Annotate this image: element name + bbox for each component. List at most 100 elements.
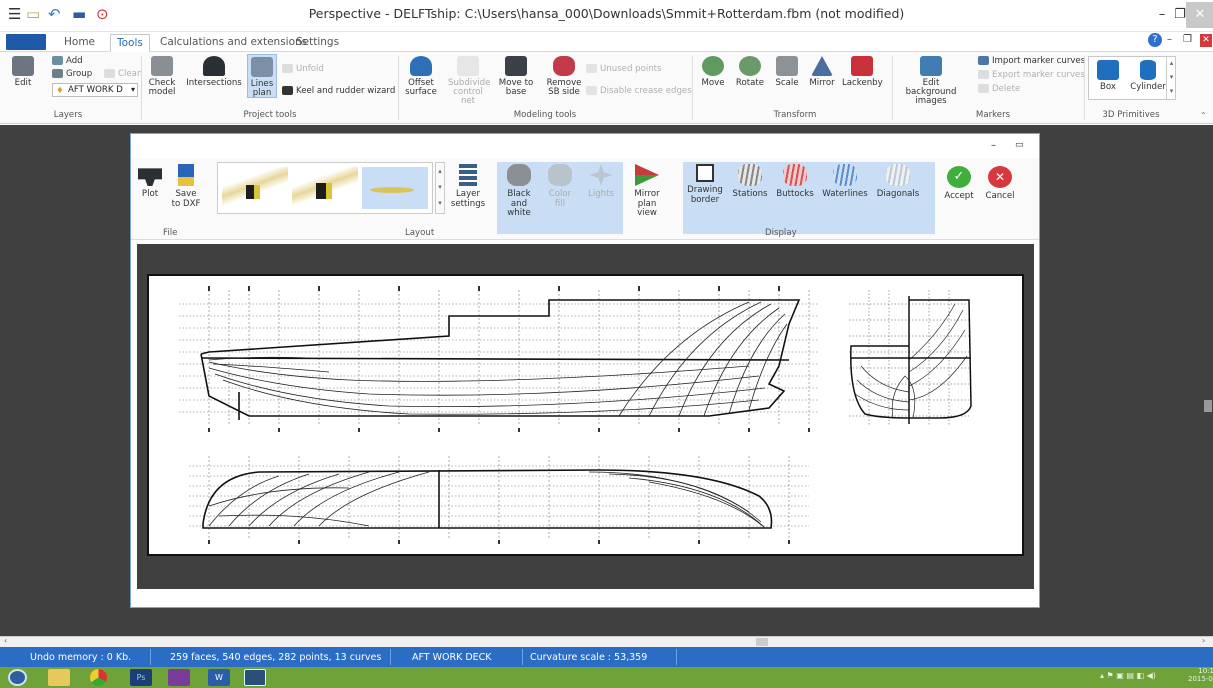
- export-markers-button[interactable]: Export marker curves: [978, 70, 1085, 81]
- status-geometry: 259 faces, 540 edges, 282 points, 13 cur…: [170, 652, 382, 663]
- scale-button[interactable]: Scale: [772, 56, 802, 88]
- body-plan-sections: [854, 303, 968, 419]
- layers-icon: [459, 164, 477, 186]
- ribbon-minimize-icon[interactable]: –: [1167, 34, 1172, 45]
- subdivide-button[interactable]: Subdivide control net: [448, 56, 490, 106]
- check-model-button[interactable]: Check model: [144, 56, 180, 97]
- ribbon-restore-icon[interactable]: ❐: [1183, 34, 1192, 45]
- edit-background-button[interactable]: Edit background images: [898, 56, 964, 106]
- chevron-down-icon: ▾: [130, 85, 135, 94]
- start-button[interactable]: [8, 669, 27, 686]
- disable-crease-button[interactable]: Disable crease edges: [586, 86, 692, 97]
- clean-button[interactable]: Clean: [104, 69, 142, 80]
- offset-surface-icon: [410, 56, 432, 76]
- stations-button[interactable]: Stations: [731, 164, 769, 200]
- document-close-icon[interactable]: ✕: [1200, 34, 1212, 47]
- dialog-minimize-icon[interactable]: –: [991, 140, 996, 151]
- delete-icon: [978, 84, 989, 93]
- black-white-button[interactable]: Black and white: [499, 164, 539, 219]
- accept-button[interactable]: ✓ Accept: [943, 166, 975, 202]
- group-label-layers: Layers: [53, 110, 83, 120]
- import-markers-button[interactable]: Import marker curves: [978, 56, 1085, 67]
- tab-settings[interactable]: Settings: [290, 34, 345, 52]
- layout-option-3[interactable]: [362, 167, 428, 209]
- layout-scroll[interactable]: ▴ ▾ ▾: [435, 162, 445, 214]
- move-to-base-button[interactable]: Move to base: [498, 56, 534, 97]
- lines-plan-button[interactable]: Lines plan: [247, 54, 277, 98]
- mirror-plan-button[interactable]: Mirror plan view: [627, 164, 667, 219]
- rotate-button[interactable]: Rotate: [732, 56, 768, 88]
- chrome-icon[interactable]: [90, 669, 107, 686]
- edit-icon: [12, 56, 34, 76]
- delete-markers-button[interactable]: Delete: [978, 84, 1020, 95]
- unused-points-button[interactable]: Unused points: [586, 64, 662, 75]
- move-to-base-icon: [505, 56, 527, 76]
- layout-option-2[interactable]: [292, 167, 358, 209]
- add-icon: [52, 56, 63, 65]
- add-layer-button[interactable]: Add: [52, 56, 83, 67]
- buttocks-button[interactable]: Buttocks: [773, 164, 817, 200]
- tray-icons[interactable]: ▴ ⚑ ▣ ▤ ◧ ◀): [1100, 671, 1156, 680]
- delftship-icon[interactable]: [244, 669, 266, 686]
- box-icon: [1097, 60, 1119, 80]
- remove-sb-icon: [553, 56, 575, 76]
- cancel-icon: ✕: [988, 166, 1012, 188]
- plot-button[interactable]: Plot: [137, 164, 163, 200]
- plan-view: [202, 469, 773, 529]
- move-button[interactable]: Move: [698, 56, 728, 88]
- unfold-button[interactable]: Unfold: [282, 64, 324, 75]
- box-button[interactable]: Box: [1092, 60, 1124, 92]
- dialog-ribbon: Plot Save to DXF ▴ ▾ ▾ Layer settings Blac…: [131, 158, 1039, 240]
- group-label-3d-primitives: 3D Primitives: [1102, 110, 1160, 120]
- color-fill-button[interactable]: Color fill: [543, 164, 577, 209]
- explorer-icon[interactable]: [48, 669, 70, 686]
- diagonals-button[interactable]: Diagonals: [873, 164, 923, 200]
- keel-icon: [282, 86, 293, 95]
- offset-surface-button[interactable]: Offset surface: [404, 56, 438, 97]
- layer-select[interactable]: ♦ AFT WORK D ▾: [52, 83, 138, 97]
- clean-icon: [104, 69, 115, 78]
- horizontal-scrollbar[interactable]: ‹ ›: [0, 636, 1213, 647]
- onenote-icon[interactable]: [168, 669, 190, 686]
- file-tab[interactable]: [6, 34, 46, 50]
- cancel-button[interactable]: ✕ Cancel: [983, 166, 1017, 202]
- scroll-thumb[interactable]: [756, 638, 768, 646]
- lackenby-button[interactable]: Lackenby: [842, 56, 883, 88]
- group-label-project-tools: Project tools: [243, 110, 297, 120]
- export-icon: [978, 70, 989, 79]
- lights-button[interactable]: Lights: [585, 164, 617, 200]
- layer-settings-button[interactable]: Layer settings: [449, 164, 487, 209]
- tab-home[interactable]: Home: [58, 34, 101, 52]
- mirror-button[interactable]: Mirror: [806, 56, 838, 88]
- unused-points-icon: [586, 64, 597, 73]
- scroll-right-icon[interactable]: ›: [1202, 636, 1205, 645]
- group-label-modeling-tools: Modeling tools: [513, 110, 577, 120]
- cylinder-button[interactable]: Cylinder: [1128, 60, 1168, 92]
- plotter-icon: [138, 168, 162, 186]
- buttocks-icon: [783, 164, 807, 186]
- waterlines-button[interactable]: Waterlines: [821, 164, 869, 200]
- ribbon-collapse-icon[interactable]: ⌃: [1200, 111, 1207, 120]
- intersections-button[interactable]: Intersections: [186, 56, 242, 88]
- photoshop-icon[interactable]: Ps: [130, 669, 152, 686]
- close-button[interactable]: ✕: [1186, 2, 1213, 28]
- help-icon[interactable]: ?: [1148, 33, 1162, 47]
- word-icon[interactable]: W: [208, 669, 230, 686]
- clock[interactable]: 10:152015-03-27: [1188, 667, 1213, 683]
- drawing-border-button[interactable]: Drawing border: [685, 164, 725, 205]
- dialog-restore-icon[interactable]: ▭: [1015, 140, 1024, 150]
- save-dxf-button[interactable]: Save to DXF: [171, 164, 201, 209]
- cylinder-icon: [1140, 60, 1156, 80]
- tab-tools[interactable]: Tools: [110, 34, 150, 52]
- remove-sb-button[interactable]: Remove SB side: [544, 56, 584, 97]
- group-label-display: Display: [765, 228, 797, 238]
- layout-option-1[interactable]: [222, 167, 288, 209]
- group-button[interactable]: Group: [52, 69, 92, 80]
- lines-plan-drawing[interactable]: [147, 274, 1024, 556]
- gallery-scroll[interactable]: ▴ ▾ ▾: [1166, 56, 1176, 100]
- scroll-left-icon[interactable]: ‹: [4, 636, 7, 645]
- vertical-scroll-thumb[interactable]: [1204, 400, 1212, 412]
- edit-button[interactable]: Edit: [6, 56, 40, 88]
- keel-rudder-button[interactable]: Keel and rudder wizard: [282, 86, 395, 97]
- crease-icon: [586, 86, 597, 95]
